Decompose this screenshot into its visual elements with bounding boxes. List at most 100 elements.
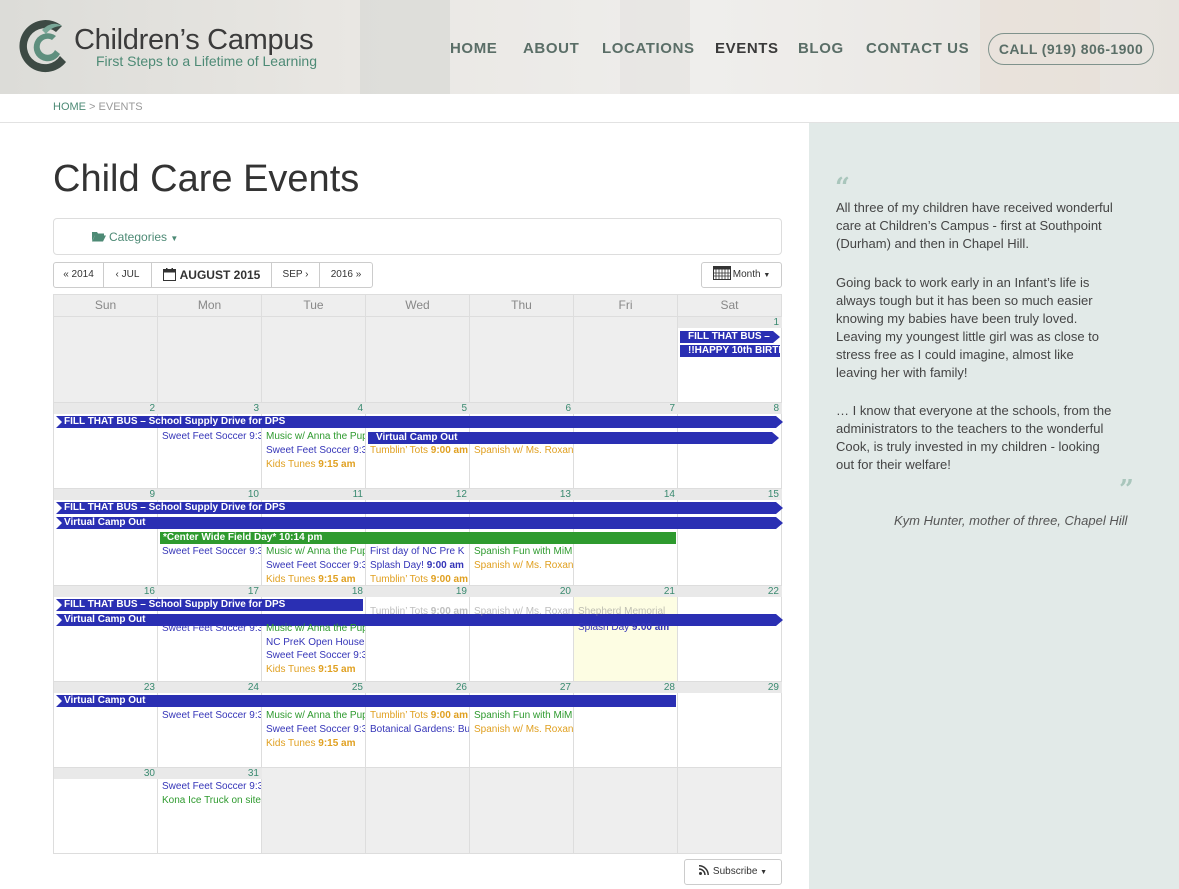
day-number[interactable]: 1 bbox=[678, 317, 782, 328]
tumblin-tots-event[interactable]: Tumblin’ Tots 9:00 am bbox=[370, 444, 469, 457]
day-number[interactable]: 30 bbox=[54, 768, 158, 779]
day-number[interactable]: 27 bbox=[470, 682, 574, 693]
day-number[interactable]: 17 bbox=[158, 586, 262, 597]
virtual-camp-out-event[interactable]: Virtual Camp Out bbox=[368, 432, 779, 444]
day-cell[interactable] bbox=[54, 317, 158, 403]
kona-ice-event[interactable]: Kona Ice Truck on site bbox=[162, 794, 261, 807]
spanish-event[interactable]: Spanish w/ Ms. Roxana bbox=[474, 559, 573, 572]
day-number[interactable]: 15 bbox=[678, 489, 782, 500]
spanish-fun-event[interactable]: Spanish Fun with MiMi bbox=[474, 709, 573, 722]
day-number[interactable]: 16 bbox=[54, 586, 158, 597]
day-number[interactable]: 25 bbox=[262, 682, 366, 693]
sweet-feet-soccer-event[interactable]: Sweet Feet Soccer 9:30 am bbox=[266, 649, 365, 662]
day-number[interactable]: 4 bbox=[262, 403, 366, 414]
day-number[interactable]: 26 bbox=[366, 682, 470, 693]
nav-locations[interactable]: LOCATIONS bbox=[602, 40, 695, 57]
kids-tunes-event[interactable]: Kids Tunes 9:15 am bbox=[266, 737, 365, 750]
day-cell[interactable] bbox=[678, 317, 782, 403]
day-number[interactable]: 5 bbox=[366, 403, 470, 414]
day-cell[interactable] bbox=[54, 403, 158, 489]
day-cell[interactable] bbox=[574, 586, 678, 682]
splash-day-event[interactable]: Splash Day! 9:00 am bbox=[370, 559, 469, 572]
day-cell[interactable] bbox=[262, 317, 366, 403]
day-cell[interactable] bbox=[158, 682, 262, 768]
view-select-button[interactable]: Month ▼ bbox=[701, 262, 782, 288]
day-cell[interactable] bbox=[574, 317, 678, 403]
day-number[interactable]: 19 bbox=[366, 586, 470, 597]
sweet-feet-soccer-event[interactable]: Sweet Feet Soccer 9:30 am bbox=[162, 430, 261, 443]
day-cell[interactable] bbox=[158, 317, 262, 403]
fill-that-bus-event[interactable]: FILL THAT BUS – School Supply Drive for … bbox=[56, 502, 783, 514]
nav-contact-us[interactable]: CONTACT US bbox=[866, 40, 969, 57]
day-cell[interactable] bbox=[470, 586, 574, 682]
next-month-button[interactable]: SEP › bbox=[271, 262, 320, 288]
day-cell[interactable] bbox=[470, 317, 574, 403]
sweet-feet-soccer-event[interactable]: Sweet Feet Soccer 9:30 am bbox=[162, 545, 261, 558]
prek-open-house-event[interactable]: NC PreK Open House bbox=[266, 636, 365, 649]
shepherd-memorial-event[interactable]: Shepherd Memorial bbox=[578, 605, 677, 618]
sweet-feet-soccer-event[interactable]: Sweet Feet Soccer 9:30 am bbox=[266, 444, 365, 457]
categories-dropdown[interactable]: Categories ▼ bbox=[92, 230, 178, 244]
day-number[interactable]: 20 bbox=[470, 586, 574, 597]
day-cell[interactable] bbox=[158, 403, 262, 489]
birthday-event[interactable]: !!HAPPY 10th BIRTHDAY bbox=[680, 345, 780, 357]
sweet-feet-soccer-event[interactable]: Sweet Feet Soccer 9:30 am bbox=[162, 622, 261, 635]
nav-blog[interactable]: BLOG bbox=[798, 40, 844, 57]
day-number[interactable]: 6 bbox=[470, 403, 574, 414]
day-number[interactable]: 18 bbox=[262, 586, 366, 597]
fill-that-bus-event[interactable]: FILL THAT BUS – bbox=[680, 331, 780, 343]
virtual-camp-out-event[interactable]: Virtual Camp Out bbox=[56, 695, 676, 707]
botanical-gardens-event[interactable]: Botanical Gardens: Bugs bbox=[370, 723, 469, 736]
day-number[interactable]: 13 bbox=[470, 489, 574, 500]
nav-events[interactable]: EVENTS bbox=[715, 40, 779, 57]
day-number[interactable]: 28 bbox=[574, 682, 678, 693]
day-cell[interactable] bbox=[574, 403, 678, 489]
day-number[interactable]: 23 bbox=[54, 682, 158, 693]
day-cell[interactable] bbox=[262, 768, 366, 854]
virtual-camp-out-event[interactable]: Virtual Camp Out bbox=[56, 517, 783, 529]
sweet-feet-soccer-event[interactable]: Sweet Feet Soccer 9:30 am bbox=[162, 709, 261, 722]
day-number[interactable]: 2 bbox=[54, 403, 158, 414]
kids-tunes-event[interactable]: Kids Tunes 9:15 am bbox=[266, 663, 365, 676]
spanish-event[interactable]: Spanish w/ Ms. Roxana bbox=[474, 723, 573, 736]
sweet-feet-soccer-event[interactable]: Sweet Feet Soccer 9:30 am bbox=[266, 559, 365, 572]
day-cell[interactable] bbox=[54, 768, 158, 854]
day-number[interactable]: 31 bbox=[158, 768, 262, 779]
day-number[interactable]: 14 bbox=[574, 489, 678, 500]
breadcrumb-home[interactable]: HOME bbox=[53, 101, 86, 113]
day-cell[interactable] bbox=[678, 768, 782, 854]
day-number[interactable]: 29 bbox=[678, 682, 782, 693]
day-number[interactable]: 12 bbox=[366, 489, 470, 500]
tumblin-tots-event[interactable]: Tumblin’ Tots 9:00 am bbox=[370, 573, 469, 586]
sweet-feet-soccer-event[interactable]: Sweet Feet Soccer 9:30 am bbox=[162, 780, 261, 793]
field-day-event[interactable]: *Center Wide Field Day* 10:14 pm bbox=[160, 532, 676, 544]
kids-tunes-event[interactable]: Kids Tunes 9:15 am bbox=[266, 458, 365, 471]
day-cell[interactable] bbox=[366, 768, 470, 854]
day-cell[interactable] bbox=[678, 682, 782, 768]
day-number[interactable]: 3 bbox=[158, 403, 262, 414]
day-number[interactable]: 8 bbox=[678, 403, 782, 414]
day-number[interactable]: 9 bbox=[54, 489, 158, 500]
sweet-feet-soccer-event[interactable]: Sweet Feet Soccer 9:30 am bbox=[266, 723, 365, 736]
day-number[interactable]: 21 bbox=[574, 586, 678, 597]
tumblin-tots-event[interactable]: Tumblin’ Tots 9:00 am bbox=[370, 709, 469, 722]
splash-day-event[interactable]: Splash Day 9:00 am bbox=[578, 621, 677, 634]
prev-month-button[interactable]: ‹ JUL bbox=[103, 262, 152, 288]
day-cell[interactable] bbox=[54, 682, 158, 768]
current-month-button[interactable]: AUGUST 2015 bbox=[151, 262, 272, 288]
prev-year-button[interactable]: « 2014 bbox=[53, 262, 104, 288]
nav-about[interactable]: ABOUT bbox=[523, 40, 579, 57]
day-cell[interactable] bbox=[574, 768, 678, 854]
logo-icon[interactable] bbox=[16, 16, 76, 76]
day-cell[interactable] bbox=[470, 768, 574, 854]
fill-that-bus-event[interactable]: FILL THAT BUS – School Supply Drive for … bbox=[56, 416, 783, 428]
spanish-fun-event[interactable]: Spanish Fun with MiMi bbox=[474, 545, 573, 558]
day-number[interactable]: 22 bbox=[678, 586, 782, 597]
tumblin-tots-event[interactable]: Tumblin’ Tots 9:00 am bbox=[370, 605, 469, 618]
day-cell[interactable] bbox=[366, 317, 470, 403]
spanish-event[interactable]: Spanish w/ Ms. Roxana bbox=[474, 444, 573, 457]
music-event[interactable]: Music w/ Anna the Puppet bbox=[266, 622, 365, 635]
day-cell[interactable] bbox=[678, 586, 782, 682]
pre-k-first-day-event[interactable]: First day of NC Pre K bbox=[370, 545, 469, 558]
day-cell[interactable] bbox=[678, 403, 782, 489]
